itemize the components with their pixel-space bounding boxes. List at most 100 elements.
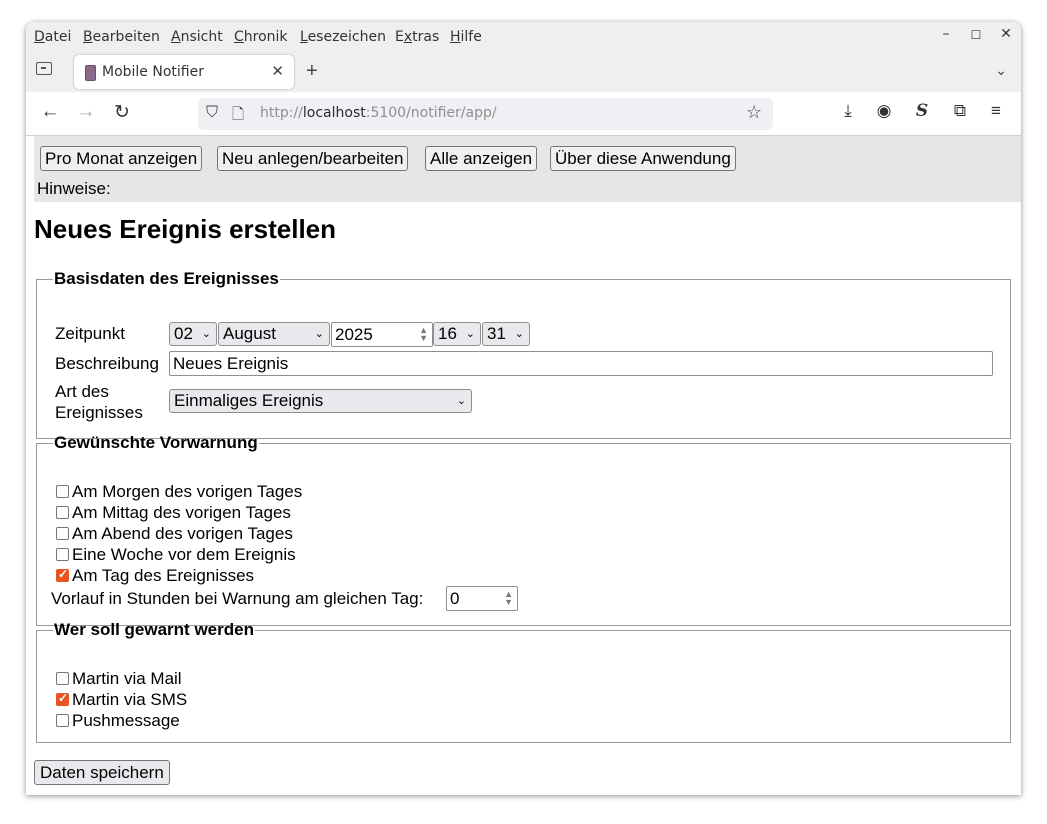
month-select[interactable]: August ⌄ xyxy=(218,322,330,346)
menu-chronik[interactable]: Chronik xyxy=(234,29,288,45)
vorlauf-input[interactable]: 0 ▲ ▼ xyxy=(446,586,518,611)
menu-mnemonic: C xyxy=(234,29,244,45)
reload-icon[interactable]: ↻ xyxy=(110,101,134,124)
browser-window: Datei Bearbeiten Ansicht Chronik Lesezei… xyxy=(26,22,1021,795)
hour-select[interactable]: 16 ⌄ xyxy=(433,322,481,346)
art-label: Art des xyxy=(55,382,109,401)
option-am-tag-label: Am Tag des Ereignisses xyxy=(72,566,255,585)
option-woche-label: Eine Woche vor dem Ereignis xyxy=(72,545,296,564)
menu-lesezeichen[interactable]: Lesezeichen xyxy=(300,29,386,45)
menu-ansicht[interactable]: Ansicht xyxy=(171,29,223,45)
option-mittag-label: Am Mittag des vorigen Tages xyxy=(72,503,291,522)
shield-icon[interactable]: ⛉ xyxy=(206,104,218,122)
minute-value: 31 xyxy=(487,324,506,343)
zeitpunkt-label: Zeitpunkt xyxy=(55,324,125,343)
month-value: August xyxy=(223,324,276,343)
checkbox-morgen[interactable] xyxy=(56,485,69,498)
checkbox-woche[interactable] xyxy=(56,548,69,561)
minimize-icon[interactable]: – xyxy=(936,26,956,42)
day-select[interactable]: 02 ⌄ xyxy=(169,322,217,346)
checkbox-am-tag[interactable] xyxy=(56,567,69,582)
chevron-down-icon: ⌄ xyxy=(514,328,524,340)
app-navigation: Pro Monat anzeigen Neu anlegen/bearbeite… xyxy=(34,136,1021,202)
forward-arrow-icon[interactable]: → xyxy=(74,101,98,123)
year-input[interactable]: 2025 ▲ ▼ xyxy=(331,322,433,347)
option-mail-label: Martin via Mail xyxy=(72,669,182,688)
navigation-toolbar: ← → ↻ ⛉ 🗋 http://localhost:5100/notifier… xyxy=(26,92,1021,136)
empfaenger-fieldset: Wer soll gewarnt werden xyxy=(36,620,1011,743)
menu-mnemonic: L xyxy=(300,29,308,45)
bookmark-star-icon[interactable]: ☆ xyxy=(746,102,762,123)
menu-label: atei xyxy=(44,29,72,45)
menu-hilfe[interactable]: Hilfe xyxy=(450,29,482,45)
url-host: localhost xyxy=(302,105,366,121)
save-button[interactable]: Daten speichern xyxy=(34,760,170,785)
url-bar[interactable]: ⛉ 🗋 http://localhost:5100/notifier/app/ … xyxy=(198,98,773,130)
option-sms-label: Martin via SMS xyxy=(72,690,188,709)
new-tab-icon[interactable]: + xyxy=(306,60,318,83)
menu-label: E xyxy=(395,29,404,45)
spinner-icon[interactable]: ▲ ▼ xyxy=(504,590,513,607)
chevron-down-icon: ⌄ xyxy=(465,328,475,340)
extensions-puzzle-icon[interactable]: ⧉ xyxy=(948,101,972,121)
menubar: Datei Bearbeiten Ansicht Chronik Lesezei… xyxy=(26,22,1021,52)
checkbox-mail[interactable] xyxy=(56,672,69,685)
menu-label: hronik xyxy=(243,29,288,45)
vorwarnung-legend: Gewünschte Vorwarnung xyxy=(54,433,258,452)
menu-label: tras xyxy=(412,29,440,45)
option-push-label: Pushmessage xyxy=(72,711,180,730)
menu-label: esezeichen xyxy=(307,29,386,45)
art-value: Einmaliges Ereignis xyxy=(174,391,324,410)
menu-label: earbeiten xyxy=(92,29,160,45)
checkbox-push[interactable] xyxy=(56,714,69,727)
menu-mnemonic: H xyxy=(450,29,461,45)
url-scheme: http:// xyxy=(260,105,303,121)
download-icon[interactable]: ⤓ xyxy=(836,101,860,121)
pro-monat-button[interactable]: Pro Monat anzeigen xyxy=(40,146,203,171)
option-morgen-label: Am Morgen des vorigen Tages xyxy=(72,482,303,501)
neu-anlegen-button[interactable]: Neu anlegen/bearbeiten xyxy=(217,146,409,171)
chevron-down-icon: ⌄ xyxy=(201,328,211,340)
menu-extras[interactable]: Extras xyxy=(395,29,439,45)
beschreibung-label: Beschreibung xyxy=(55,354,159,373)
option-abend-label: Am Abend des vorigen Tages xyxy=(72,524,293,543)
alle-anzeigen-button[interactable]: Alle anzeigen xyxy=(425,146,538,171)
close-window-icon[interactable]: ✕ xyxy=(996,26,1016,42)
tab-title: Mobile Notifier xyxy=(102,64,204,80)
checkbox-mittag[interactable] xyxy=(56,506,69,519)
ueber-button[interactable]: Über diese Anwendung xyxy=(550,146,736,171)
url-text[interactable]: http://localhost:5100/notifier/app/ xyxy=(260,105,497,121)
menu-label: nsicht xyxy=(180,29,223,45)
spinner-icon[interactable]: ▲ ▼ xyxy=(419,326,428,343)
checkbox-sms[interactable] xyxy=(56,691,69,706)
back-arrow-icon[interactable]: ← xyxy=(38,101,62,123)
chevron-down-icon[interactable]: ⌄ xyxy=(995,62,1007,79)
page-info-icon[interactable]: 🗋 xyxy=(232,104,244,129)
account-icon[interactable]: ◉ xyxy=(872,101,896,121)
menu-mnemonic: B xyxy=(83,29,93,45)
page-title: Neues Ereignis erstellen xyxy=(34,214,337,244)
extension-s-icon[interactable]: S xyxy=(910,101,934,121)
menu-label: ilfe xyxy=(460,29,482,45)
menu-mnemonic: D xyxy=(34,29,45,45)
beschreibung-value: Neues Ereignis xyxy=(173,354,289,373)
art-label-2: Ereignisses xyxy=(55,403,143,422)
hour-value: 16 xyxy=(438,324,457,343)
tab-mobile-notifier[interactable]: Mobile Notifier ✕ xyxy=(74,55,294,89)
menu-mnemonic: x xyxy=(403,29,413,45)
chevron-down-icon: ⌄ xyxy=(314,328,324,340)
art-select[interactable]: Einmaliges Ereignis ⌄ xyxy=(169,389,472,413)
favicon-icon xyxy=(85,65,96,81)
maximize-icon[interactable]: ☐ xyxy=(966,28,986,42)
menu-datei[interactable]: Datei xyxy=(34,29,71,45)
minute-select[interactable]: 31 ⌄ xyxy=(482,322,530,346)
checkbox-abend[interactable] xyxy=(56,527,69,540)
menu-bearbeiten[interactable]: Bearbeiten xyxy=(83,29,160,45)
tab-overview-icon[interactable] xyxy=(36,62,52,75)
beschreibung-input[interactable]: Neues Ereignis xyxy=(169,351,993,376)
day-value: 02 xyxy=(174,324,193,343)
url-path: :5100/notifier/app/ xyxy=(365,105,497,121)
close-tab-icon[interactable]: ✕ xyxy=(271,62,284,80)
year-value: 2025 xyxy=(335,325,373,344)
hamburger-menu-icon[interactable]: ≡ xyxy=(984,101,1008,121)
